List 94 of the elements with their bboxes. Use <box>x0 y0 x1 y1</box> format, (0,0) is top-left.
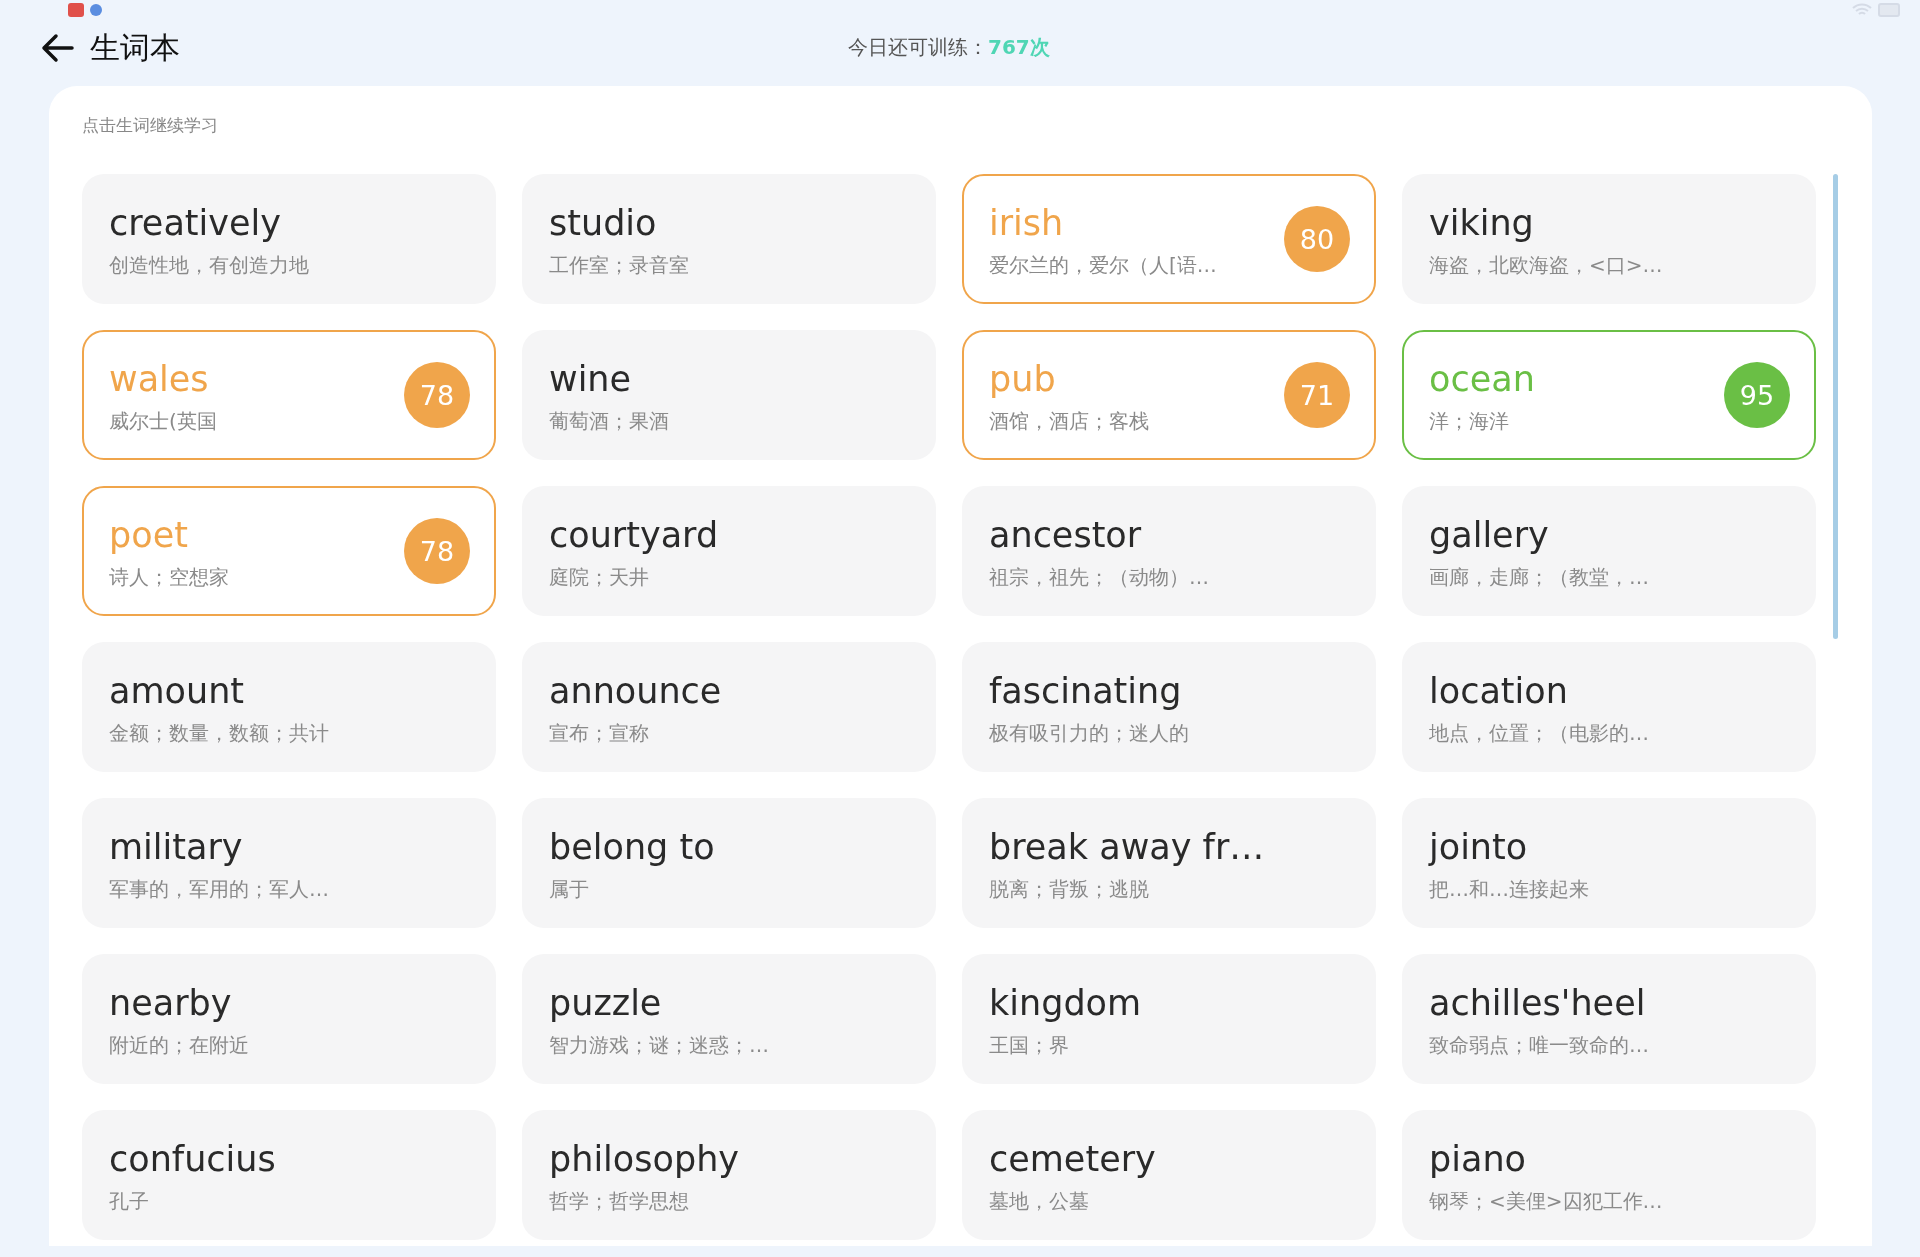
word-text: nearby <box>109 981 233 1025</box>
meaning-text: 工作室；录音室 <box>549 251 690 279</box>
meaning-text: 脱离；背叛；逃脱 <box>989 875 1150 903</box>
meaning-text: 极有吸引力的；迷人的 <box>989 719 1190 747</box>
word-text: puzzle <box>549 981 663 1025</box>
word-text: confucius <box>109 1137 277 1181</box>
page-title: 生词本 <box>90 28 180 67</box>
word-text: cemetery <box>989 1137 1157 1181</box>
word-text: irish <box>989 201 1065 245</box>
word-text: belong to <box>549 825 716 869</box>
meaning-text: 创造性地，有创造力地 <box>109 251 310 279</box>
word-card[interactable]: confucius 孔子 <box>82 1110 496 1240</box>
wifi-icon <box>1852 3 1872 17</box>
word-text: achilles'heel <box>1429 981 1647 1025</box>
word-text: philosophy <box>549 1137 741 1181</box>
word-text: military <box>109 825 244 869</box>
meaning-text: 金额；数量，数额；共计 <box>109 719 330 747</box>
meaning-text: 祖宗，祖先；（动物）… <box>989 563 1210 591</box>
word-card[interactable]: poet 诗人；空想家 78 <box>82 486 496 616</box>
meaning-text: 地点，位置；（电影的… <box>1429 719 1650 747</box>
word-card[interactable]: military 军事的，军用的；军人… <box>82 798 496 928</box>
meaning-text: 威尔士(英国 <box>109 407 218 435</box>
meaning-text: 致命弱点；唯一致命的… <box>1429 1031 1650 1059</box>
word-card[interactable]: fascinating 极有吸引力的；迷人的 <box>962 642 1376 772</box>
meaning-text: 王国；界 <box>989 1031 1070 1059</box>
word-card[interactable]: courtyard 庭院；天井 <box>522 486 936 616</box>
word-text: creatively <box>109 201 282 245</box>
word-card[interactable]: announce 宣布；宣称 <box>522 642 936 772</box>
word-card[interactable]: jointo 把…和…连接起来 <box>1402 798 1816 928</box>
word-text: amount <box>109 669 246 713</box>
word-card[interactable]: piano 钢琴；<美俚>囚犯工作… <box>1402 1110 1816 1240</box>
word-text: break away fr… <box>989 825 1266 869</box>
word-card[interactable]: puzzle 智力游戏；谜；迷惑；… <box>522 954 936 1084</box>
word-card[interactable]: creatively 创造性地，有创造力地 <box>82 174 496 304</box>
word-text: studio <box>549 201 658 245</box>
word-card[interactable]: gallery 画廊，走廊；（教堂，… <box>1402 486 1816 616</box>
meaning-text: 庭院；天井 <box>549 563 650 591</box>
score-badge: 80 <box>1284 206 1350 272</box>
word-text: courtyard <box>549 513 720 557</box>
meaning-text: 把…和…连接起来 <box>1429 875 1590 903</box>
word-text: kingdom <box>989 981 1143 1025</box>
word-card[interactable]: nearby 附近的；在附近 <box>82 954 496 1084</box>
meaning-text: 爱尔兰的，爱尔（人[语… <box>989 251 1218 279</box>
word-text: wales <box>109 357 210 401</box>
hint-text: 点击生词继续学习 <box>82 114 219 137</box>
word-text: piano <box>1429 1137 1527 1181</box>
app-icon <box>90 4 102 16</box>
battery-icon <box>1878 3 1900 17</box>
word-card[interactable]: kingdom 王国；界 <box>962 954 1376 1084</box>
word-text: fascinating <box>989 669 1183 713</box>
meaning-text: 钢琴；<美俚>囚犯工作… <box>1429 1187 1664 1215</box>
word-card[interactable]: break away fr… 脱离；背叛；逃脱 <box>962 798 1376 928</box>
scrollbar[interactable] <box>1833 174 1838 639</box>
meaning-text: 墓地，公墓 <box>989 1187 1090 1215</box>
word-card[interactable]: location 地点，位置；（电影的… <box>1402 642 1816 772</box>
meaning-text: 军事的，军用的；军人… <box>109 875 330 903</box>
word-text: wine <box>549 357 633 401</box>
meaning-text: 哲学；哲学思想 <box>549 1187 690 1215</box>
score-badge: 95 <box>1724 362 1790 428</box>
word-card[interactable]: belong to 属于 <box>522 798 936 928</box>
word-text: gallery <box>1429 513 1550 557</box>
word-text: ancestor <box>989 513 1143 557</box>
score-badge: 78 <box>404 362 470 428</box>
word-text: location <box>1429 669 1569 713</box>
word-text: pub <box>989 357 1057 401</box>
word-card[interactable]: achilles'heel 致命弱点；唯一致命的… <box>1402 954 1816 1084</box>
word-card[interactable]: cemetery 墓地，公墓 <box>962 1110 1376 1240</box>
quota-label: 今日还可训练： <box>848 35 988 59</box>
meaning-text: 孔子 <box>109 1187 150 1215</box>
meaning-text: 葡萄酒；果酒 <box>549 407 670 435</box>
meaning-text: 酒馆，酒店；客栈 <box>989 407 1150 435</box>
word-text: ocean <box>1429 357 1536 401</box>
meaning-text: 画廊，走廊；（教堂，… <box>1429 563 1650 591</box>
app-icon <box>68 3 84 17</box>
quota-value: 767次 <box>988 35 1050 59</box>
word-card[interactable]: viking 海盗，北欧海盗，<口>… <box>1402 174 1816 304</box>
word-card[interactable]: studio 工作室；录音室 <box>522 174 936 304</box>
meaning-text: 海盗，北欧海盗，<口>… <box>1429 251 1664 279</box>
meaning-text: 属于 <box>549 875 590 903</box>
word-text: viking <box>1429 201 1535 245</box>
meaning-text: 智力游戏；谜；迷惑；… <box>549 1031 770 1059</box>
score-badge: 71 <box>1284 362 1350 428</box>
word-text: jointo <box>1429 825 1529 869</box>
meaning-text: 诗人；空想家 <box>109 563 230 591</box>
word-card[interactable]: amount 金额；数量，数额；共计 <box>82 642 496 772</box>
meaning-text: 宣布；宣称 <box>549 719 650 747</box>
word-card[interactable]: ancestor 祖宗，祖先；（动物）… <box>962 486 1376 616</box>
word-card[interactable]: philosophy 哲学；哲学思想 <box>522 1110 936 1240</box>
word-text: announce <box>549 669 723 713</box>
meaning-text: 附近的；在附近 <box>109 1031 250 1059</box>
meaning-text: 洋；海洋 <box>1429 407 1510 435</box>
score-badge: 78 <box>404 518 470 584</box>
word-text: poet <box>109 513 189 557</box>
word-card[interactable]: wine 葡萄酒；果酒 <box>522 330 936 460</box>
